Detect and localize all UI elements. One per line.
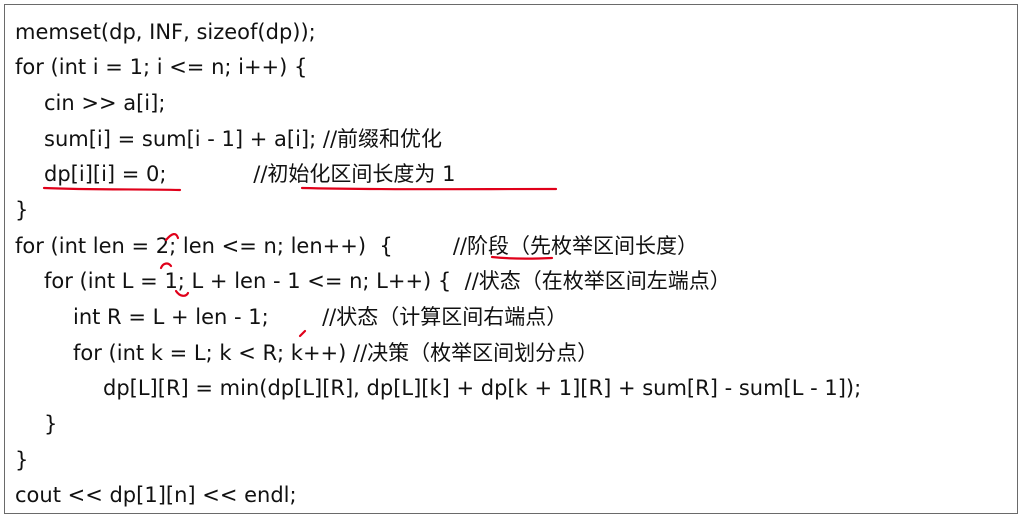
code-line-for-left: for (int L = 1; L + len - 1 <= n; L++) {… <box>44 269 731 293</box>
code-line-for-k: for (int k = L; k < R; k++) //决策（枚举区间划分点… <box>73 341 599 365</box>
code-line-memset: memset(dp, INF, sizeof(dp)); <box>15 20 316 44</box>
code-line-right-endpoint: int R = L + len - 1; //状态（计算区间右端点） <box>73 305 568 329</box>
code-line-cin: cin >> a[i]; <box>44 91 166 115</box>
code-line-cout: cout << dp[1][n] << endl; <box>15 483 297 507</box>
code-line-for-len: for (int len = 2; len <= n; len++) { //阶… <box>15 234 698 258</box>
code-line-transition: dp[L][R] = min(dp[L][R], dp[L][k] + dp[k… <box>103 376 862 400</box>
code-line-prefix-sum: sum[i] = sum[i - 1] + a[i]; //前缀和优化 <box>44 127 443 151</box>
code-panel: memset(dp, INF, sizeof(dp)); for (int i … <box>4 4 1018 514</box>
code-line-close-brace-outer: } <box>15 448 29 472</box>
code-line-dp-init: dp[i][i] = 0; //初始化区间长度为 1 <box>44 162 456 186</box>
code-line-close-brace: } <box>15 198 29 222</box>
code-line-for-init: for (int i = 1; i <= n; i++) { <box>15 55 308 79</box>
code-line-close-brace-inner: } <box>44 412 58 436</box>
